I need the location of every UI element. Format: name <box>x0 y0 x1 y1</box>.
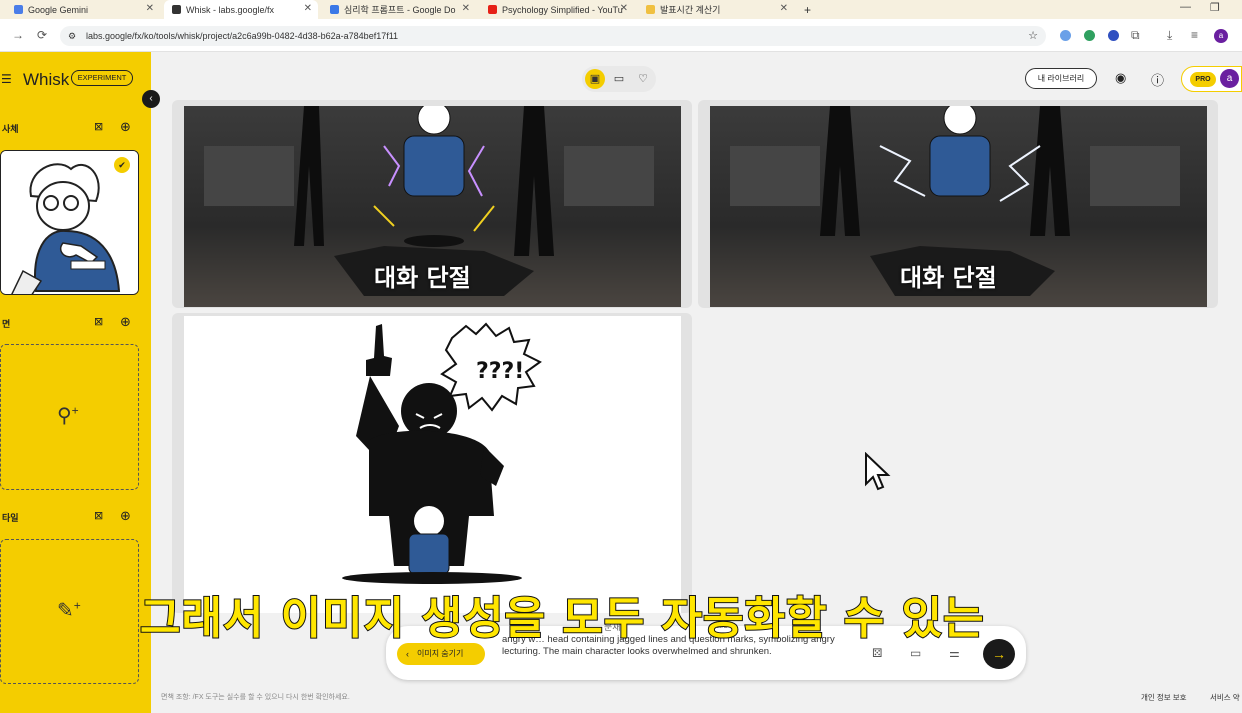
subject-character-illustration <box>1 151 138 294</box>
collapse-sidebar-button[interactable]: ‹ <box>142 90 160 108</box>
docs-icon <box>330 5 339 14</box>
image-mode-icon[interactable]: ▣ <box>585 69 605 89</box>
add-circle-icon[interactable]: ⊕ <box>120 314 131 330</box>
privacy-link[interactable]: 개인 정보 보호 <box>1141 692 1187 703</box>
browser-tab-strip: Google Gemini ✕ Whisk - labs.google/fx ✕… <box>0 0 1242 19</box>
download-icon[interactable]: ⤓ <box>1167 28 1172 43</box>
section-label-scene: 면 <box>2 319 11 329</box>
site-settings-icon[interactable]: ⚙ <box>68 26 76 46</box>
my-library-button[interactable]: 내 라이브러리 <box>1025 68 1097 89</box>
sidebar: ☰ Whisk EXPERIMENT 사체 ⊠ ⊕ ✔ 면 ⊠ ⊕ ⚲+ 타일 … <box>0 52 151 713</box>
settings-sliders-icon[interactable]: ⚌ <box>949 646 960 660</box>
tab-youtube[interactable]: Psychology Simplified - YouTu ✕ <box>480 0 634 19</box>
image-caption: 대화 단절 <box>374 264 471 292</box>
profile-avatar[interactable]: a <box>1214 29 1228 43</box>
close-icon[interactable]: ✕ <box>304 3 312 14</box>
forward-icon[interactable]: → <box>12 28 24 42</box>
image-add-icon[interactable]: ⊠ <box>94 315 103 328</box>
generated-image[interactable]: 대화 단절 <box>710 106 1207 307</box>
page-icon <box>646 5 655 14</box>
hide-images-label: 이미지 숨기기 <box>417 649 464 658</box>
subject-image-card[interactable]: ✔ <box>0 150 139 295</box>
add-circle-icon[interactable]: ⊕ <box>120 508 131 524</box>
url-text: labs.google/fx/ko/tools/whisk/project/a2… <box>86 31 399 41</box>
restore-icon[interactable]: ❐ <box>1210 1 1220 14</box>
close-icon[interactable]: ✕ <box>780 3 788 14</box>
scene-drop-zone[interactable]: ⚲+ <box>0 344 139 490</box>
tab-title: Google Gemini <box>28 4 89 15</box>
video-subtitle: 그래서 이미지 생성을 모두 자동화할 수 있는 <box>139 592 985 645</box>
menu-icon[interactable]: ☰ <box>1 72 12 86</box>
avatar[interactable]: a <box>1220 69 1239 88</box>
favorites-heart-icon[interactable]: ♡ <box>633 69 653 89</box>
extension-icon[interactable] <box>1108 30 1119 41</box>
tab-google-docs[interactable]: 심리학 프롬프트 - Google Do ✕ <box>322 0 476 19</box>
tab-title: Whisk - labs.google/fx <box>186 4 275 15</box>
brand-logo: Whisk <box>23 70 70 89</box>
gallery-card[interactable]: ???! <box>172 313 692 613</box>
submit-arrow-button[interactable]: → <box>983 639 1015 669</box>
generated-image[interactable]: 대화 단절 <box>184 106 681 307</box>
image-add-icon[interactable]: ⊠ <box>94 509 103 522</box>
tab-title: 심리학 프롬프트 - Google Do <box>344 5 456 15</box>
chevron-left-icon: ‹ <box>406 649 409 659</box>
tab-whisk[interactable]: Whisk - labs.google/fx ✕ <box>164 0 318 19</box>
hide-images-button[interactable]: ‹ 이미지 숨기기 <box>397 643 485 665</box>
experiment-badge: EXPERIMENT <box>71 70 133 86</box>
brush-plus-icon: ✎+ <box>57 598 81 622</box>
random-dice-icon[interactable]: ⚄ <box>872 646 882 660</box>
style-drop-zone[interactable]: ✎+ <box>0 539 139 684</box>
angry-lecture-illustration: ???! <box>342 322 542 584</box>
location-pin-plus-icon: ⚲+ <box>57 403 79 427</box>
reload-icon[interactable]: ⟳ <box>37 28 47 42</box>
tab-title: Psychology Simplified - YouTu <box>502 4 623 15</box>
section-label-subject: 사체 <box>2 124 19 134</box>
close-icon[interactable]: ✕ <box>146 3 154 14</box>
close-icon[interactable]: ✕ <box>620 3 628 14</box>
aspect-ratio-icon[interactable]: ▭ <box>910 646 921 660</box>
image-caption: 대화 단절 <box>900 264 997 292</box>
address-bar[interactable]: ⚙ labs.google/fx/ko/tools/whisk/project/… <box>60 26 1046 46</box>
discord-icon[interactable]: ◉ <box>1115 70 1126 86</box>
tab-google-gemini[interactable]: Google Gemini ✕ <box>6 0 160 19</box>
browser-toolbar: → ⟳ ⚙ labs.google/fx/ko/tools/whisk/proj… <box>0 19 1242 52</box>
gemini-icon <box>14 5 23 14</box>
new-tab-button[interactable]: + <box>800 0 820 19</box>
selected-check-icon: ✔ <box>114 157 130 173</box>
generated-image[interactable]: ???! <box>184 316 681 613</box>
video-mode-icon[interactable]: ▭ <box>609 69 629 89</box>
extension-icon[interactable] <box>1060 30 1071 41</box>
help-icon[interactable]: ⓘ <box>1151 70 1164 89</box>
youtube-icon <box>488 5 497 14</box>
bookmark-star-icon[interactable]: ☆ <box>1028 26 1038 46</box>
extensions-puzzle-icon[interactable]: ⧉ <box>1131 28 1140 43</box>
whisk-icon <box>172 5 181 14</box>
terms-link[interactable]: 서비스 약 <box>1210 692 1240 703</box>
minimize-icon[interactable]: — <box>1180 1 1191 13</box>
mode-switcher: ▣ ▭ ♡ <box>582 66 656 92</box>
section-label-style: 타일 <box>2 513 19 523</box>
image-add-icon[interactable]: ⊠ <box>94 120 103 133</box>
extension-icon[interactable] <box>1084 30 1095 41</box>
gallery-card[interactable]: 대화 단절 <box>172 100 692 308</box>
add-circle-icon[interactable]: ⊕ <box>120 119 131 135</box>
tab-presentation-timer[interactable]: 발표시간 계산기 ✕ <box>638 0 794 19</box>
reading-list-icon[interactable]: ≡ <box>1191 28 1198 42</box>
close-icon[interactable]: ✕ <box>462 3 470 14</box>
tab-title: 발표시간 계산기 <box>660 5 721 15</box>
mouse-cursor-icon <box>865 452 891 491</box>
footer-disclaimer: 면책 조항: /FX 도구는 실수를 할 수 있으니 다시 한번 확인하세요. <box>161 694 350 701</box>
account-pill[interactable]: PRO a <box>1181 66 1242 92</box>
speech-burst-text: ???! <box>476 359 524 384</box>
pro-badge: PRO <box>1190 72 1216 87</box>
gallery-card[interactable]: 대화 단절 <box>698 100 1218 308</box>
